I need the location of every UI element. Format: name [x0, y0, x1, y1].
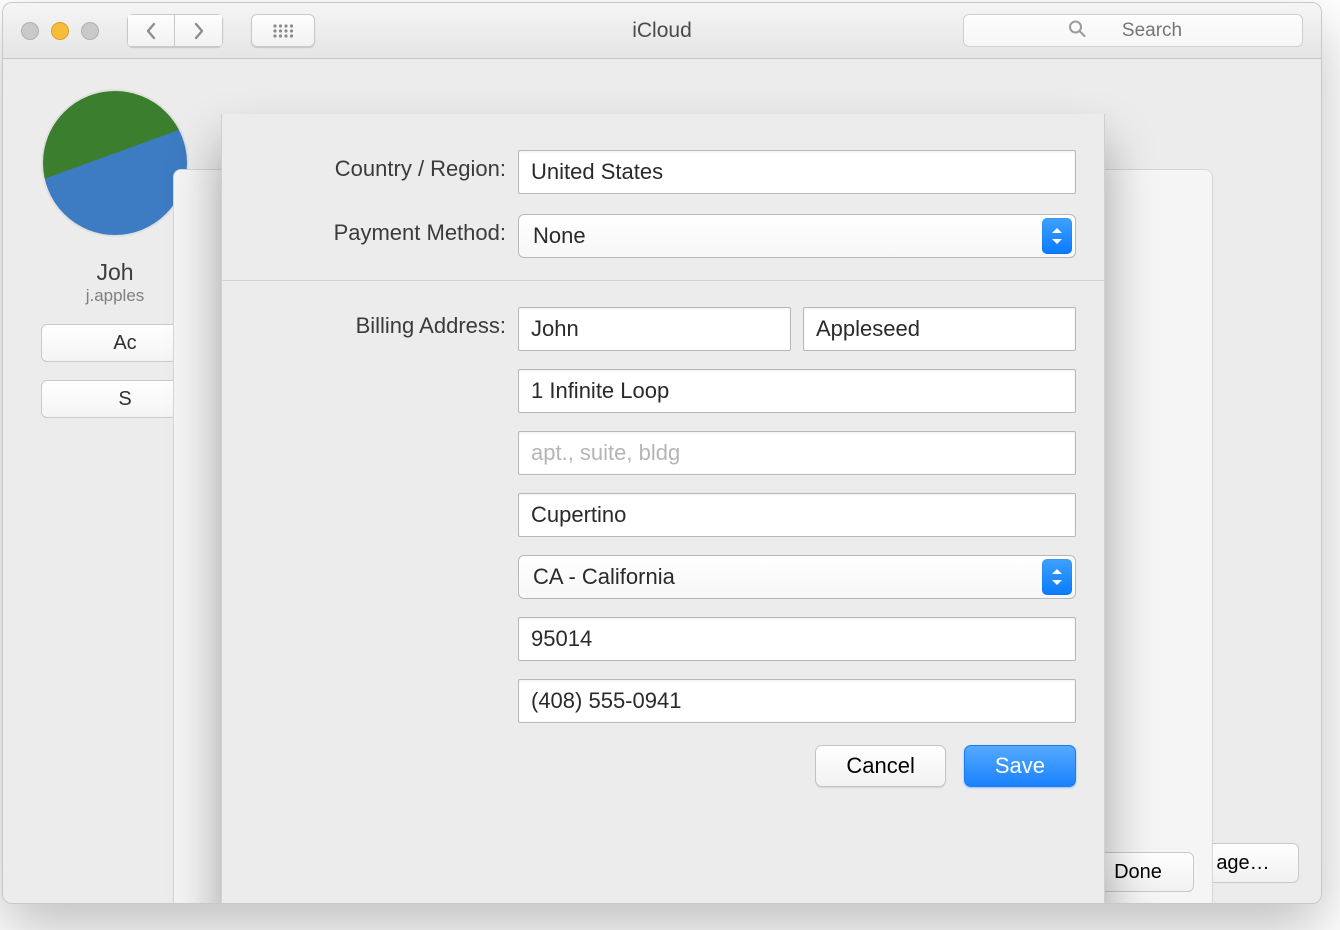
phone-field[interactable]	[518, 679, 1076, 723]
search-icon	[1068, 19, 1086, 42]
sheet-footer: Cancel Save	[250, 745, 1076, 787]
minimize-icon[interactable]	[51, 22, 69, 40]
grid-icon	[272, 23, 294, 39]
show-all-button[interactable]	[251, 14, 315, 47]
chevron-right-icon	[193, 22, 205, 40]
country-label: Country / Region:	[250, 150, 518, 182]
payment-sheet: Country / Region: Payment Method: None B…	[221, 114, 1105, 904]
search-input[interactable]	[963, 14, 1303, 47]
preferences-window: iCloud Joh j.apples Ac S age… Done	[2, 2, 1322, 904]
last-name-field[interactable]	[803, 307, 1076, 351]
street1-field[interactable]	[518, 369, 1076, 413]
city-field[interactable]	[518, 493, 1076, 537]
payment-label: Payment Method:	[250, 214, 518, 246]
divider	[222, 280, 1104, 281]
nav-segmented	[127, 14, 223, 47]
close-icon[interactable]	[21, 22, 39, 40]
chevron-left-icon	[145, 22, 157, 40]
back-button[interactable]	[127, 14, 175, 47]
forward-button[interactable]	[175, 14, 223, 47]
state-value: CA - California	[533, 564, 675, 590]
first-name-field[interactable]	[518, 307, 791, 351]
titlebar: iCloud	[3, 3, 1321, 59]
search-wrap	[963, 14, 1303, 47]
account-email: j.apples	[41, 286, 189, 306]
preferences-body: Joh j.apples Ac S age… Done Country / Re…	[3, 59, 1321, 903]
zoom-icon[interactable]	[81, 22, 99, 40]
save-button[interactable]: Save	[964, 745, 1076, 787]
account-name: Joh	[41, 259, 189, 286]
avatar[interactable]	[41, 89, 189, 237]
payment-method-popup[interactable]: None	[518, 214, 1076, 258]
country-field[interactable]	[518, 150, 1076, 194]
street2-field[interactable]	[518, 431, 1076, 475]
state-popup[interactable]: CA - California	[518, 555, 1076, 599]
payment-method-value: None	[533, 223, 586, 249]
traffic-lights	[21, 22, 99, 40]
cancel-button[interactable]: Cancel	[815, 745, 945, 787]
stepper-icon	[1042, 559, 1072, 595]
stepper-icon	[1042, 218, 1072, 254]
zip-field[interactable]	[518, 617, 1076, 661]
billing-label: Billing Address:	[250, 307, 518, 339]
